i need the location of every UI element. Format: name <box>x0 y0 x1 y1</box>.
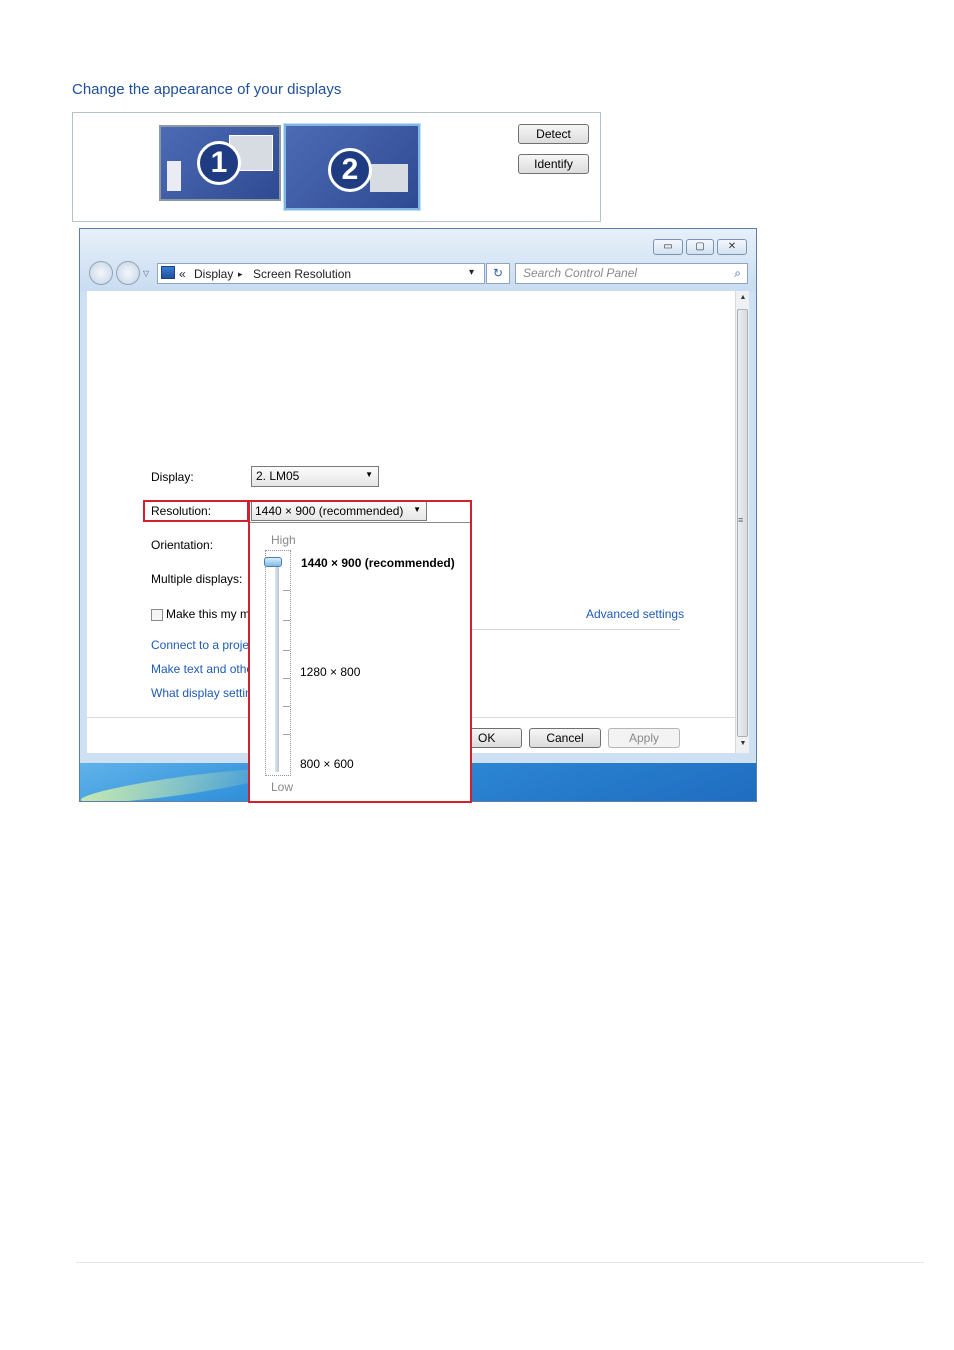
breadcrumb-separator-icon[interactable]: ▸ <box>238 269 243 280</box>
back-button[interactable] <box>89 261 113 285</box>
chevron-down-icon: ▼ <box>365 470 373 479</box>
control-panel-icon <box>161 266 175 279</box>
orientation-label: Orientation: <box>151 538 214 552</box>
apply-button[interactable]: Apply <box>608 728 680 748</box>
section-divider <box>472 629 680 630</box>
page-title: Change the appearance of your displays <box>72 81 342 98</box>
maximize-button[interactable]: ▢ <box>686 239 714 255</box>
close-button[interactable]: ✕ <box>717 239 747 255</box>
vertical-scrollbar[interactable]: ▲ ≡ ▼ <box>735 291 749 753</box>
text-size-link[interactable]: Make text and othe <box>151 662 253 676</box>
resolution-label-highlight <box>143 500 249 522</box>
detect-button[interactable]: Detect <box>518 124 589 144</box>
display-settings-help-link[interactable]: What display settin <box>151 686 252 700</box>
multiple-displays-label: Multiple displays: <box>151 572 243 586</box>
display-select[interactable]: 2. LM05 ▼ <box>251 466 379 487</box>
scroll-up-arrow-icon[interactable]: ▲ <box>738 294 748 301</box>
display-value: 2. LM05 <box>256 469 300 483</box>
search-input[interactable]: Search Control Panel ⌕ <box>515 263 748 284</box>
resolution-dropdown-highlight <box>248 500 472 803</box>
scrollbar-grip-icon: ≡ <box>738 515 744 525</box>
main-display-checkbox-label: Make this my m <box>166 607 251 621</box>
monitor-1-number: 1 <box>197 141 241 185</box>
monitor-2-number: 2 <box>328 148 372 192</box>
search-placeholder: Search Control Panel <box>523 266 638 280</box>
refresh-button[interactable]: ↻ <box>486 263 510 284</box>
page-footer-rule <box>76 1262 924 1263</box>
display-label: Display: <box>151 470 194 484</box>
breadcrumb-overflow[interactable]: « <box>179 267 186 281</box>
document-thumbnail-icon <box>167 161 181 191</box>
recent-pages-chevron-icon[interactable]: ▽ <box>143 269 149 278</box>
minimize-button[interactable]: ▭ <box>653 239 683 255</box>
search-icon[interactable]: ⌕ <box>734 266 741 281</box>
monitor-arrangement: 1 2 Detect Identify <box>72 112 601 222</box>
main-display-checkbox[interactable] <box>151 609 163 621</box>
calculator-thumbnail-icon <box>370 164 408 192</box>
cancel-button[interactable]: Cancel <box>529 728 601 748</box>
forward-button[interactable] <box>116 261 140 285</box>
identify-button[interactable]: Identify <box>518 154 589 174</box>
address-dropdown-icon[interactable]: ▾ <box>469 267 474 278</box>
address-bar[interactable]: « Display ▸ Screen Resolution ▾ <box>157 263 485 284</box>
breadcrumb-display[interactable]: Display <box>194 267 233 281</box>
monitor-1[interactable]: 1 <box>159 125 281 201</box>
advanced-settings-link[interactable]: Advanced settings <box>586 607 684 621</box>
scroll-down-arrow-icon[interactable]: ▼ <box>738 740 748 747</box>
breadcrumb-screen-resolution[interactable]: Screen Resolution <box>253 267 351 281</box>
monitor-2[interactable]: 2 <box>284 124 420 210</box>
connect-projector-link[interactable]: Connect to a projec <box>151 638 255 652</box>
